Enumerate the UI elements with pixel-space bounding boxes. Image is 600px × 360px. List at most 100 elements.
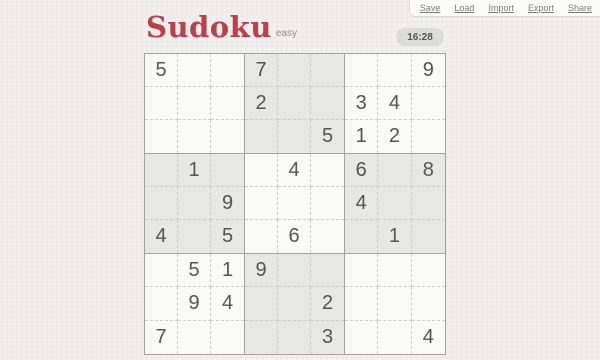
sudoku-cell[interactable]: 9 bbox=[211, 187, 244, 220]
sudoku-cell[interactable]: 1 bbox=[378, 220, 412, 253]
sudoku-cell[interactable] bbox=[211, 54, 244, 87]
sudoku-cell[interactable]: 5 bbox=[178, 254, 211, 288]
timer: 16:28 bbox=[396, 28, 444, 46]
sudoku-box: 923 bbox=[245, 254, 345, 354]
sudoku-cell[interactable]: 5 bbox=[311, 120, 344, 153]
sudoku-cell[interactable] bbox=[411, 254, 445, 288]
sudoku-cell[interactable]: 1 bbox=[345, 120, 379, 153]
sudoku-box: 4 bbox=[345, 254, 445, 354]
sudoku-cell[interactable] bbox=[311, 220, 344, 253]
sudoku-cell[interactable] bbox=[178, 54, 211, 87]
sudoku-cell[interactable]: 7 bbox=[245, 54, 278, 87]
sudoku-cell[interactable] bbox=[311, 54, 344, 87]
sudoku-box: 725 bbox=[245, 54, 345, 154]
sudoku-cell[interactable] bbox=[245, 320, 278, 354]
sudoku-cell[interactable]: 4 bbox=[211, 287, 244, 321]
sudoku-cell[interactable] bbox=[145, 120, 178, 153]
load-link[interactable]: Load bbox=[454, 3, 474, 13]
sudoku-cell[interactable]: 5 bbox=[211, 220, 244, 253]
difficulty-label: easy bbox=[275, 28, 297, 39]
sudoku-cell[interactable] bbox=[178, 187, 211, 220]
sudoku-cell[interactable] bbox=[145, 154, 178, 187]
sudoku-cell[interactable] bbox=[378, 154, 412, 187]
sudoku-box: 51947 bbox=[145, 254, 245, 354]
sudoku-cell[interactable] bbox=[412, 120, 445, 153]
top-menu: Save Load Import Export Share bbox=[408, 0, 600, 17]
sudoku-cell[interactable] bbox=[311, 187, 344, 220]
sudoku-cell[interactable] bbox=[345, 287, 379, 321]
sudoku-cell[interactable] bbox=[211, 120, 244, 153]
sudoku-cell[interactable] bbox=[245, 220, 278, 253]
sudoku-cell[interactable] bbox=[178, 87, 211, 120]
sudoku-cell[interactable]: 9 bbox=[178, 287, 211, 321]
sudoku-cell[interactable] bbox=[411, 187, 445, 220]
sudoku-cell[interactable] bbox=[311, 254, 344, 288]
sudoku-cell[interactable] bbox=[278, 54, 311, 87]
sudoku-cell[interactable] bbox=[211, 87, 244, 120]
sudoku-cell[interactable] bbox=[278, 254, 311, 288]
sudoku-cell[interactable] bbox=[178, 220, 211, 253]
sudoku-cell[interactable] bbox=[345, 254, 379, 288]
sudoku-cell[interactable]: 3 bbox=[311, 321, 344, 354]
sudoku-cell[interactable] bbox=[378, 254, 412, 288]
sudoku-cell[interactable]: 4 bbox=[345, 187, 379, 220]
sudoku-cell[interactable]: 4 bbox=[145, 220, 178, 253]
sudoku-cell[interactable] bbox=[411, 287, 445, 321]
sudoku-board: 5725934121945466841519479234 bbox=[144, 53, 446, 355]
sudoku-cell[interactable] bbox=[145, 287, 178, 321]
sudoku-cell[interactable] bbox=[311, 87, 344, 120]
sudoku-cell[interactable] bbox=[245, 287, 278, 321]
sudoku-cell[interactable] bbox=[411, 87, 445, 120]
sudoku-cell[interactable]: 4 bbox=[412, 321, 445, 354]
sudoku-cell[interactable] bbox=[145, 87, 178, 120]
sudoku-box: 46 bbox=[245, 154, 345, 254]
sudoku-cell[interactable]: 5 bbox=[145, 54, 178, 87]
sudoku-cell[interactable]: 7 bbox=[145, 320, 178, 354]
export-link[interactable]: Export bbox=[528, 3, 554, 13]
sudoku-cell[interactable] bbox=[278, 187, 311, 220]
sudoku-cell[interactable]: 3 bbox=[345, 87, 379, 120]
share-link[interactable]: Share bbox=[568, 3, 592, 13]
sudoku-cell[interactable] bbox=[345, 54, 379, 87]
sudoku-cell[interactable] bbox=[145, 187, 178, 220]
sudoku-cell[interactable] bbox=[178, 320, 211, 354]
sudoku-cell[interactable] bbox=[245, 187, 278, 220]
sudoku-cell[interactable] bbox=[245, 154, 278, 187]
sudoku-cell[interactable]: 2 bbox=[378, 120, 412, 153]
sudoku-cell[interactable] bbox=[245, 120, 278, 153]
sudoku-cell[interactable] bbox=[278, 320, 311, 354]
sudoku-cell[interactable] bbox=[278, 87, 311, 120]
sudoku-cell[interactable] bbox=[378, 320, 412, 354]
sudoku-cell[interactable]: 4 bbox=[278, 154, 311, 187]
sudoku-cell[interactable]: 9 bbox=[245, 254, 278, 288]
sudoku-cell[interactable] bbox=[145, 254, 178, 288]
sudoku-cell[interactable] bbox=[278, 287, 311, 321]
sudoku-cell[interactable] bbox=[412, 220, 445, 253]
sudoku-box: 6841 bbox=[345, 154, 445, 254]
sudoku-cell[interactable]: 4 bbox=[378, 87, 412, 120]
sudoku-cell[interactable]: 6 bbox=[278, 220, 311, 253]
sudoku-cell[interactable] bbox=[378, 287, 412, 321]
save-link[interactable]: Save bbox=[420, 3, 441, 13]
sudoku-cell[interactable]: 9 bbox=[411, 54, 445, 87]
logo: Sudoku easy bbox=[146, 10, 297, 44]
sudoku-cell[interactable] bbox=[378, 187, 412, 220]
sudoku-box: 93412 bbox=[345, 54, 445, 154]
sudoku-cell[interactable]: 1 bbox=[178, 154, 211, 187]
sudoku-cell[interactable] bbox=[211, 154, 244, 187]
sudoku-cell[interactable] bbox=[345, 220, 379, 253]
sudoku-cell[interactable] bbox=[345, 320, 379, 354]
sudoku-cell[interactable] bbox=[178, 120, 211, 153]
sudoku-cell[interactable]: 2 bbox=[245, 87, 278, 120]
sudoku-box: 5 bbox=[145, 54, 245, 154]
sudoku-cell[interactable] bbox=[378, 54, 412, 87]
sudoku-cell[interactable] bbox=[211, 321, 244, 354]
sudoku-cell[interactable]: 2 bbox=[311, 287, 344, 321]
sudoku-cell[interactable] bbox=[278, 120, 311, 153]
sudoku-cell[interactable]: 6 bbox=[345, 154, 379, 187]
sudoku-box: 1945 bbox=[145, 154, 245, 254]
import-link[interactable]: Import bbox=[488, 3, 514, 13]
sudoku-cell[interactable]: 8 bbox=[411, 154, 445, 187]
sudoku-cell[interactable] bbox=[311, 154, 344, 187]
sudoku-cell[interactable]: 1 bbox=[211, 254, 244, 288]
